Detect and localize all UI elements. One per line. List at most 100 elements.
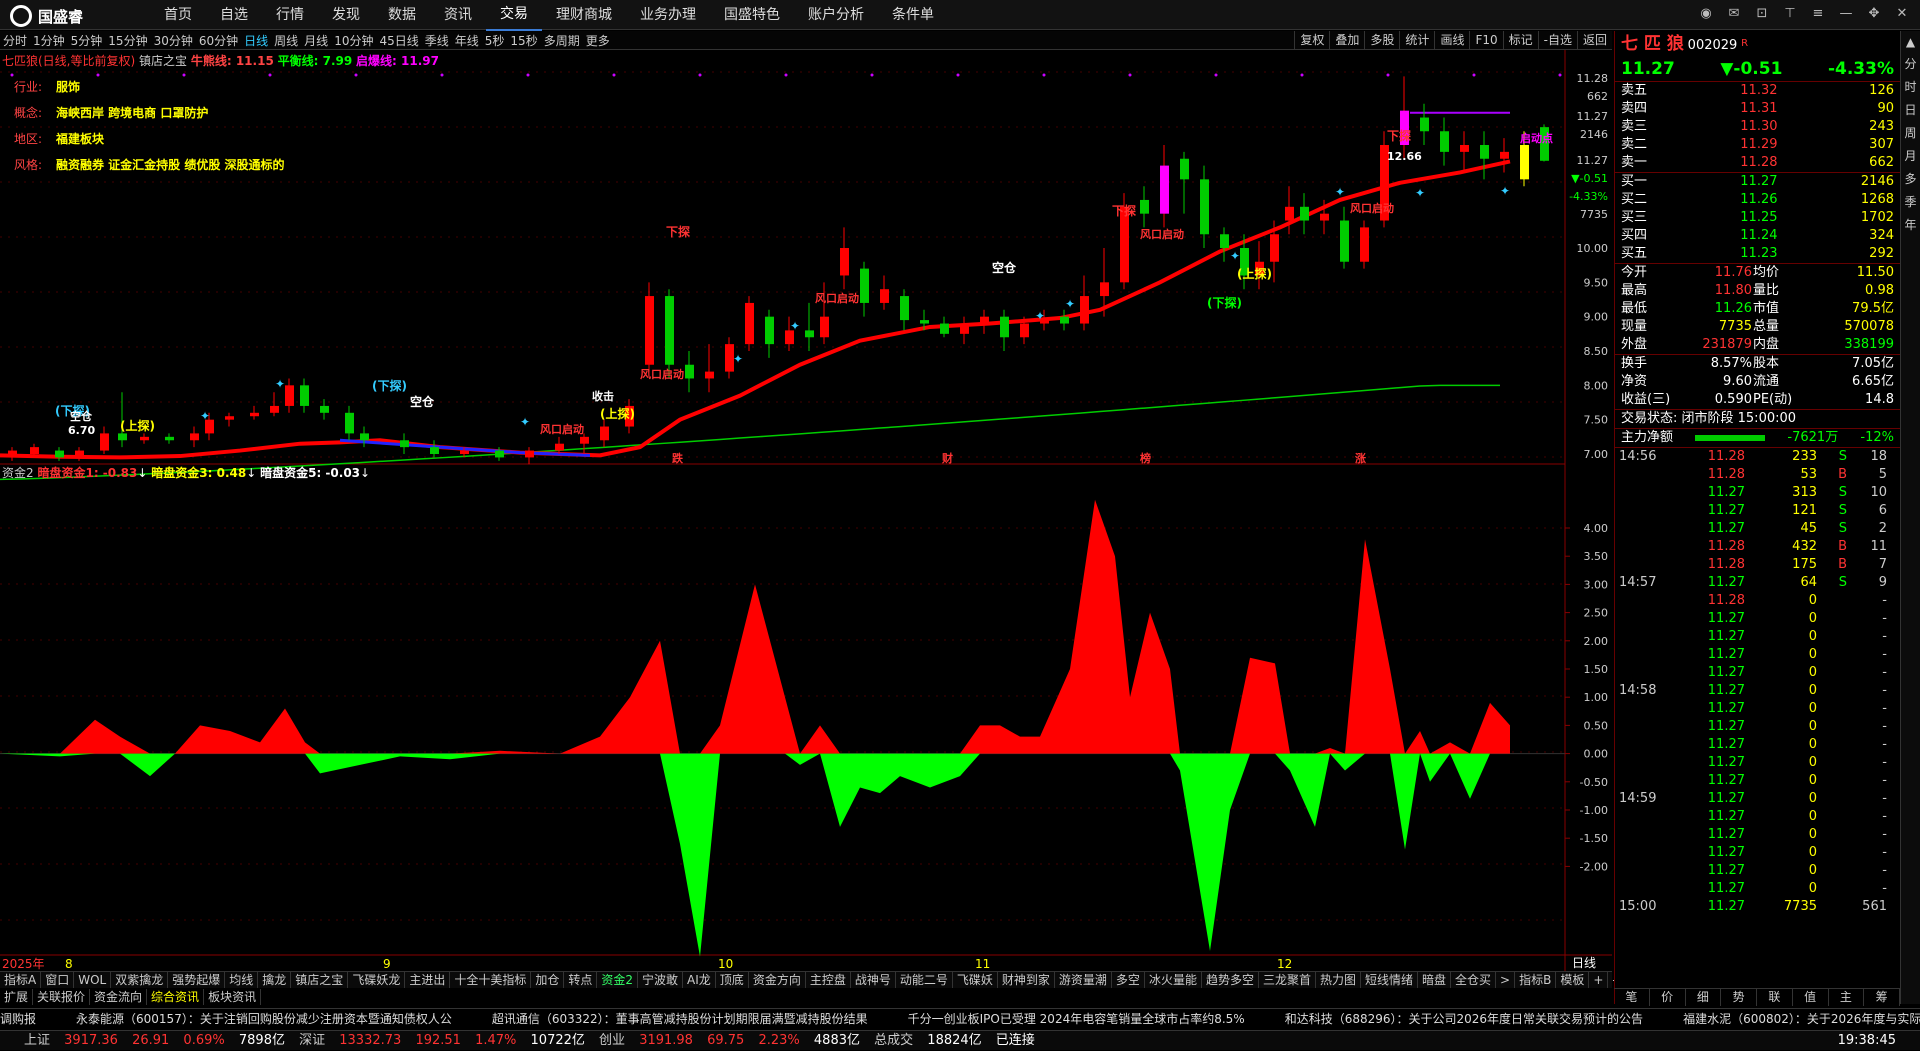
period-tab[interactable]: 30分钟 <box>151 32 196 49</box>
indicator-tab[interactable]: 热力图 <box>1316 972 1361 988</box>
indicator-tab[interactable]: 全仓买 <box>1451 972 1497 988</box>
indicator-tab[interactable]: 游资量潮 <box>1055 972 1112 988</box>
indicator-tab[interactable]: 主控盘 <box>806 972 851 988</box>
period-tab[interactable]: 月线 <box>301 32 331 49</box>
app-logo[interactable]: 国盛睿 <box>10 5 83 27</box>
period-tab[interactable]: 10分钟 <box>331 32 376 49</box>
indicator-tab[interactable]: 冰火量能 <box>1145 972 1202 988</box>
period-tab[interactable]: 日线 <box>241 32 271 49</box>
maximize-icon[interactable]: ✥ <box>1864 5 1884 23</box>
period-tab[interactable]: 5分钟 <box>68 32 106 49</box>
panel-tab[interactable]: 主 <box>1829 989 1865 1006</box>
close-icon[interactable]: ✕ <box>1892 5 1912 23</box>
indicator-name[interactable]: 镇店之宝 <box>139 54 187 68</box>
shirt-icon[interactable]: ⊤ <box>1780 5 1800 23</box>
tool-button[interactable]: 统计 <box>1399 31 1434 50</box>
info-tab[interactable]: 扩展 <box>0 989 34 1005</box>
minimize-icon[interactable]: — <box>1836 5 1856 23</box>
indicator-tab[interactable]: 十全十美指标 <box>450 972 532 988</box>
menu-item[interactable]: 首页 <box>150 0 206 30</box>
tool-button[interactable]: -自选 <box>1537 31 1577 50</box>
news-ticker[interactable]: 调购报 永泰能源（600157）：关于注销回购股份减少注册资本暨通知债权人公 超讯通… <box>0 1008 1920 1028</box>
period-tab[interactable]: 1分钟 <box>30 32 68 49</box>
menu-item[interactable]: 理财商城 <box>542 0 626 30</box>
menu-item[interactable]: 发现 <box>318 0 374 30</box>
side-tool[interactable]: 多 <box>1904 170 1916 187</box>
period-tab[interactable]: 更多 <box>583 32 613 49</box>
panel-tab[interactable]: 联 <box>1757 989 1793 1006</box>
period-tab[interactable]: 季线 <box>422 32 452 49</box>
tool-button[interactable]: 返回 <box>1576 31 1612 50</box>
period-tab[interactable]: 60分钟 <box>196 32 241 49</box>
news-item[interactable]: 调购报 <box>0 1012 36 1026</box>
kline-chart[interactable]: 11.28 662 11.27 2146 11.27 ▼-0.51 -4.33% 7735 10… <box>0 50 1612 971</box>
info-tab[interactable]: 综合资讯 <box>147 989 205 1005</box>
period-tab[interactable]: 周线 <box>271 32 301 49</box>
news-item[interactable]: 千分一创业板IPO已受理 2024年电容笔销量全球市占率约8.5% <box>908 1012 1245 1026</box>
indicator-tab[interactable]: 动能二号 <box>896 972 953 988</box>
period-tab[interactable]: 多周期 <box>541 32 583 49</box>
panel-tab[interactable]: 筹 <box>1864 989 1900 1006</box>
tool-button[interactable]: 复权 <box>1294 31 1329 50</box>
menu-item[interactable]: 条件单 <box>878 0 948 30</box>
indicator-tab[interactable]: 擒龙 <box>258 972 292 988</box>
sz-label[interactable]: 深证 <box>299 1033 325 1048</box>
period-tab[interactable]: 分时 <box>0 32 30 49</box>
panel-tab[interactable]: 值 <box>1793 989 1829 1006</box>
indicator-tab[interactable]: > <box>1496 972 1516 988</box>
indicator-tab[interactable]: 飞碟妖龙 <box>348 972 406 988</box>
indicator-tab[interactable]: 三龙聚首 <box>1259 972 1316 988</box>
side-tool[interactable]: ▲ <box>1906 35 1915 49</box>
period-tab[interactable]: 15秒 <box>507 32 540 49</box>
panel-tab[interactable]: 细 <box>1686 989 1722 1006</box>
cy-label[interactable]: 创业 <box>599 1033 625 1048</box>
indicator-tab[interactable]: 强势起爆 <box>168 972 226 988</box>
indicator-tab[interactable]: 暗盘 <box>1418 972 1452 988</box>
menu-item[interactable]: 业务办理 <box>626 0 710 30</box>
sub-indicator-name[interactable]: 资金2 <box>2 466 34 480</box>
side-tool[interactable]: 分 <box>1904 55 1916 72</box>
indicator-tab[interactable]: 主进出 <box>405 972 451 988</box>
indicator-tab[interactable]: 指标A <box>0 972 42 988</box>
indicator-tab[interactable]: 多空 <box>1112 972 1145 988</box>
panel-tab[interactable]: 价 <box>1650 989 1686 1006</box>
news-item[interactable]: 超讯通信（603322）：董事高管减持股份计划期限届满暨减持股份结果 <box>492 1012 868 1026</box>
period-tab[interactable]: 5秒 <box>482 32 508 49</box>
indicator-tab[interactable]: 资金方向 <box>749 972 806 988</box>
menu-item[interactable]: 国盛特色 <box>710 0 794 30</box>
indicator-tab[interactable]: 转点 <box>564 972 598 988</box>
side-tool[interactable]: 月 <box>1904 147 1916 164</box>
indicator-tab[interactable]: 镇店之宝 <box>291 972 349 988</box>
menu-item[interactable]: 交易 <box>486 0 542 31</box>
indicator-tab[interactable]: WOL <box>74 972 112 988</box>
sh-label[interactable]: 上证 <box>24 1033 50 1048</box>
lock-icon[interactable]: ⊡ <box>1752 5 1772 23</box>
indicator-tab[interactable]: 均线 <box>225 972 259 988</box>
mail-icon[interactable]: ✉ <box>1724 5 1744 23</box>
side-tool[interactable]: 年 <box>1904 216 1916 233</box>
tool-button[interactable]: 叠加 <box>1329 31 1364 50</box>
menu-item[interactable]: 账户分析 <box>794 0 878 30</box>
menu-item[interactable]: 自选 <box>206 0 262 30</box>
indicator-tab[interactable]: 模板 <box>1556 972 1590 988</box>
menu-item[interactable]: 数据 <box>374 0 430 30</box>
period-tab[interactable]: 15分钟 <box>105 32 150 49</box>
indicator-tab[interactable]: 双紫擒龙 <box>111 972 169 988</box>
period-tab[interactable]: 45日线 <box>376 32 421 49</box>
tick-list[interactable]: 14:56 11.28 233 S 18 11.28 53 B 5 11.27 313 S 10 11.2… <box>1615 448 1900 916</box>
indicator-tab[interactable]: 顶底 <box>716 972 749 988</box>
panel-tab[interactable]: 势 <box>1721 989 1757 1006</box>
panel-tab[interactable]: 笔 <box>1614 989 1650 1006</box>
indicator-tab[interactable]: 宁波敢 <box>638 972 684 988</box>
tool-button[interactable]: 画线 <box>1434 31 1469 50</box>
menu-item[interactable]: 行情 <box>262 0 318 30</box>
indicator-tab[interactable]: 财神到家 <box>998 972 1055 988</box>
side-tool[interactable]: 日 <box>1904 101 1916 118</box>
indicator-tab[interactable]: + <box>1589 972 1609 988</box>
indicator-tab[interactable]: 趋势多空 <box>1202 972 1259 988</box>
side-tool[interactable]: 季 <box>1904 193 1916 210</box>
tool-button[interactable]: 标记 <box>1502 31 1538 50</box>
indicator-tab[interactable]: AI龙 <box>683 972 716 988</box>
side-tool[interactable]: 时 <box>1904 78 1916 95</box>
news-item[interactable]: 福建水泥（600802）：关于2026年度与实际控制 <box>1683 1012 1920 1026</box>
